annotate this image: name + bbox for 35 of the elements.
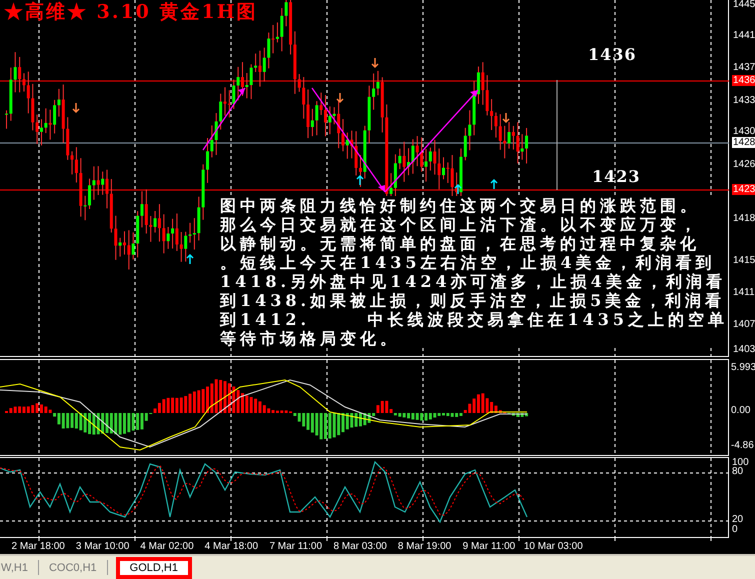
price-axis-label: 1426 xyxy=(732,159,755,170)
chart-title: ★高维★ 3.10 黄金1H图 xyxy=(4,3,258,22)
level-label: 1436 xyxy=(588,47,637,63)
time-axis-label: 2 Mar 18:00 xyxy=(12,541,65,553)
time-axis-label: 3 Mar 10:00 xyxy=(76,541,130,553)
price-axis-label: 1411 xyxy=(732,287,755,298)
chart-tab[interactable]: COC0,H1 xyxy=(38,560,108,575)
stochastic-axis-label: 80 xyxy=(732,466,744,477)
stochastic-axis-label: 0 xyxy=(732,524,738,535)
time-axis-label: 10 Mar 03:00 xyxy=(524,541,583,553)
price-axis-label: 1428 xyxy=(732,137,755,148)
price-axis-label: 1445 xyxy=(732,0,755,10)
time-axis-label: 8 Mar 03:00 xyxy=(333,541,387,553)
macd-axis-label: 0.00 xyxy=(731,405,750,416)
macd-axis-label: -4.86 xyxy=(731,440,754,451)
price-axis-label: 1407 xyxy=(732,319,755,330)
price-axis-label: 1437 xyxy=(732,62,755,73)
time-axis-label: 4 Mar 18:00 xyxy=(204,541,258,553)
price-axis-label: 1423 xyxy=(732,184,755,195)
time-axis-label: 7 Mar 11:00 xyxy=(269,541,322,553)
stochastic-axis-label: 100 xyxy=(732,457,749,468)
time-axis-label: 4 Mar 02:00 xyxy=(140,541,194,553)
level-label: 1423 xyxy=(592,169,641,185)
price-axis-label: 1441 xyxy=(732,30,755,41)
time-axis-label: 8 Mar 19:00 xyxy=(398,541,452,553)
time-axis-label: 9 Mar 11:00 xyxy=(462,541,516,553)
price-axis-label: 1415 xyxy=(732,255,755,266)
chart-tab[interactable]: IW,H1 xyxy=(0,560,39,575)
price-axis-label: 1433 xyxy=(732,95,755,106)
stochastic-axis-label: 20 xyxy=(732,514,744,525)
price-axis-label: 1430 xyxy=(732,126,755,137)
chart-tab[interactable]: GOLD,H1 xyxy=(116,557,192,579)
price-axis-label: 1418 xyxy=(732,213,755,224)
price-axis-label: 1436 xyxy=(732,75,755,86)
price-axis-label: 1403 xyxy=(732,344,755,355)
